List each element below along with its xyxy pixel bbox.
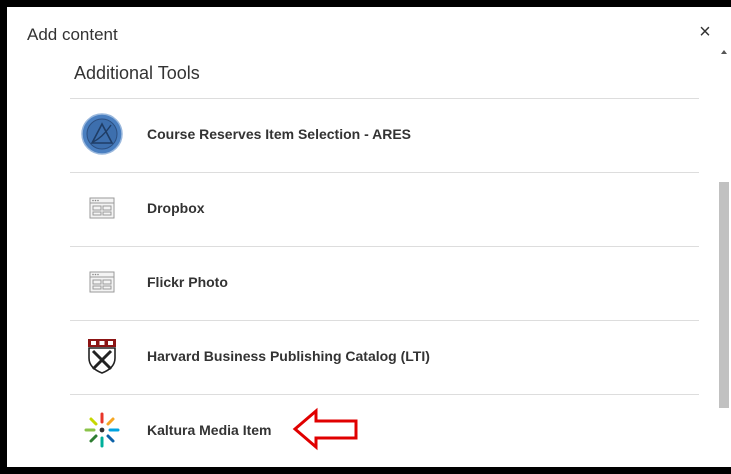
tool-item-flickr-photo[interactable]: Flickr Photo	[70, 246, 699, 318]
scroll-up-arrow-icon[interactable]	[721, 50, 727, 54]
tool-item-harvard-business[interactable]: Harvard Business Publishing Catalog (LTI…	[70, 320, 699, 392]
scrollbar-thumb[interactable]	[719, 182, 729, 408]
ares-logo-icon	[80, 112, 124, 156]
tool-label: Kaltura Media Item	[147, 422, 272, 438]
app-window-icon	[80, 260, 124, 304]
dialog-title: Add content	[27, 25, 118, 44]
tool-label: Course Reserves Item Selection - ARES	[147, 126, 412, 142]
close-button[interactable]: ×	[695, 22, 715, 42]
tool-item-ares[interactable]: Course Reserves Item Selection - ARES	[70, 98, 699, 170]
kaltura-logo-icon	[80, 408, 124, 452]
app-window-icon	[80, 186, 124, 230]
tool-item-kaltura[interactable]: Kaltura Media Item	[70, 394, 699, 466]
tool-item-dropbox[interactable]: Dropbox	[70, 172, 699, 244]
section-title: Additional Tools	[74, 63, 200, 83]
add-content-dialog: Add content × Additional Tools Course Re…	[7, 7, 731, 467]
tool-label: Harvard Business Publishing Catalog (LTI…	[147, 348, 430, 364]
harvard-shield-icon	[80, 334, 124, 378]
tool-label: Dropbox	[147, 200, 205, 216]
tool-label: Flickr Photo	[147, 274, 228, 290]
annotation-arrow-icon	[292, 407, 358, 451]
